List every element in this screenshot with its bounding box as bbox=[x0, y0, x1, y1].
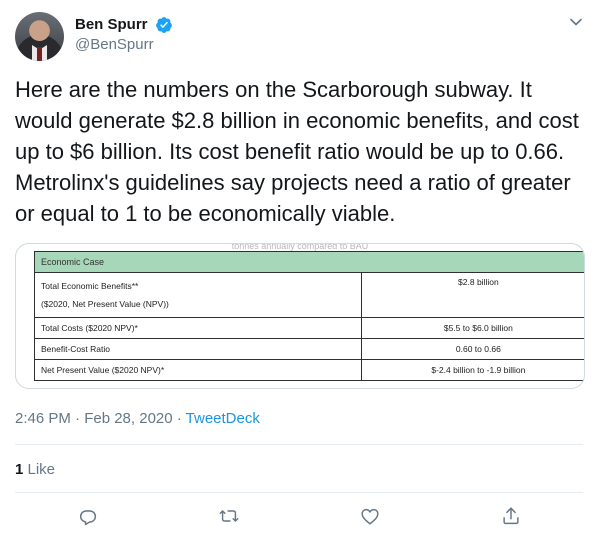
table-row: Net Present Value ($2020 NPV)* $-2.4 bil… bbox=[34, 359, 584, 381]
row-label-line2: ($2020, Net Present Value (NPV)) bbox=[41, 299, 169, 309]
tweet-text: Here are the numbers on the Scarborough … bbox=[15, 77, 579, 226]
row-label: Total Costs ($2020 NPV)* bbox=[34, 317, 362, 339]
retweet-icon[interactable] bbox=[218, 505, 240, 527]
avatar-tie bbox=[37, 47, 42, 61]
row-value: $-2.4 billion to -1.9 billion bbox=[360, 359, 584, 381]
like-count-label: Like bbox=[23, 461, 56, 478]
divider bbox=[15, 444, 583, 445]
economic-case-table: Economic Case Total Economic Benefits** … bbox=[34, 251, 584, 381]
table-row: Benefit-Cost Ratio 0.60 to 0.66 bbox=[34, 338, 584, 360]
reply-icon[interactable] bbox=[77, 505, 99, 527]
row-value: $5.5 to $6.0 billion bbox=[360, 317, 584, 339]
row-label: Net Present Value ($2020 NPV)* bbox=[34, 359, 362, 381]
tweet-source-link[interactable]: TweetDeck bbox=[186, 410, 260, 427]
like-count[interactable]: 1 Like bbox=[15, 460, 55, 480]
tweet-time[interactable]: 2:46 PM · Feb 28, 2020 · bbox=[15, 410, 186, 427]
table-header-cell: Economic Case bbox=[34, 251, 584, 273]
verified-badge-icon bbox=[155, 16, 173, 34]
row-label-line1: Total Economic Benefits** bbox=[41, 281, 139, 291]
avatar[interactable] bbox=[15, 12, 64, 61]
tweet-media-image[interactable]: tonnes annually compared to BAU Economic… bbox=[15, 243, 585, 389]
table-row: Total Economic Benefits** ($2020, Net Pr… bbox=[34, 272, 584, 318]
row-label: Total Economic Benefits** ($2020, Net Pr… bbox=[34, 272, 362, 318]
author-name[interactable]: Ben Spurr bbox=[75, 15, 148, 35]
row-value: $2.8 billion bbox=[360, 272, 584, 318]
author-handle[interactable]: @BenSpurr bbox=[75, 35, 173, 55]
tweet-actions bbox=[15, 505, 583, 529]
share-icon[interactable] bbox=[500, 505, 522, 527]
table-header-row: Economic Case bbox=[34, 251, 584, 273]
row-label: Benefit-Cost Ratio bbox=[34, 338, 362, 360]
like-icon[interactable] bbox=[359, 505, 381, 527]
divider bbox=[15, 492, 583, 493]
row-value: 0.60 to 0.66 bbox=[360, 338, 584, 360]
table-row: Total Costs ($2020 NPV)* $5.5 to $6.0 bi… bbox=[34, 317, 584, 339]
chevron-down-icon[interactable] bbox=[569, 15, 583, 29]
tweet-timestamp: 2:46 PM · Feb 28, 2020 · TweetDeck bbox=[15, 409, 260, 429]
author-block[interactable]: Ben Spurr @BenSpurr bbox=[75, 15, 173, 55]
tweet-header: Ben Spurr @BenSpurr bbox=[15, 12, 585, 62]
